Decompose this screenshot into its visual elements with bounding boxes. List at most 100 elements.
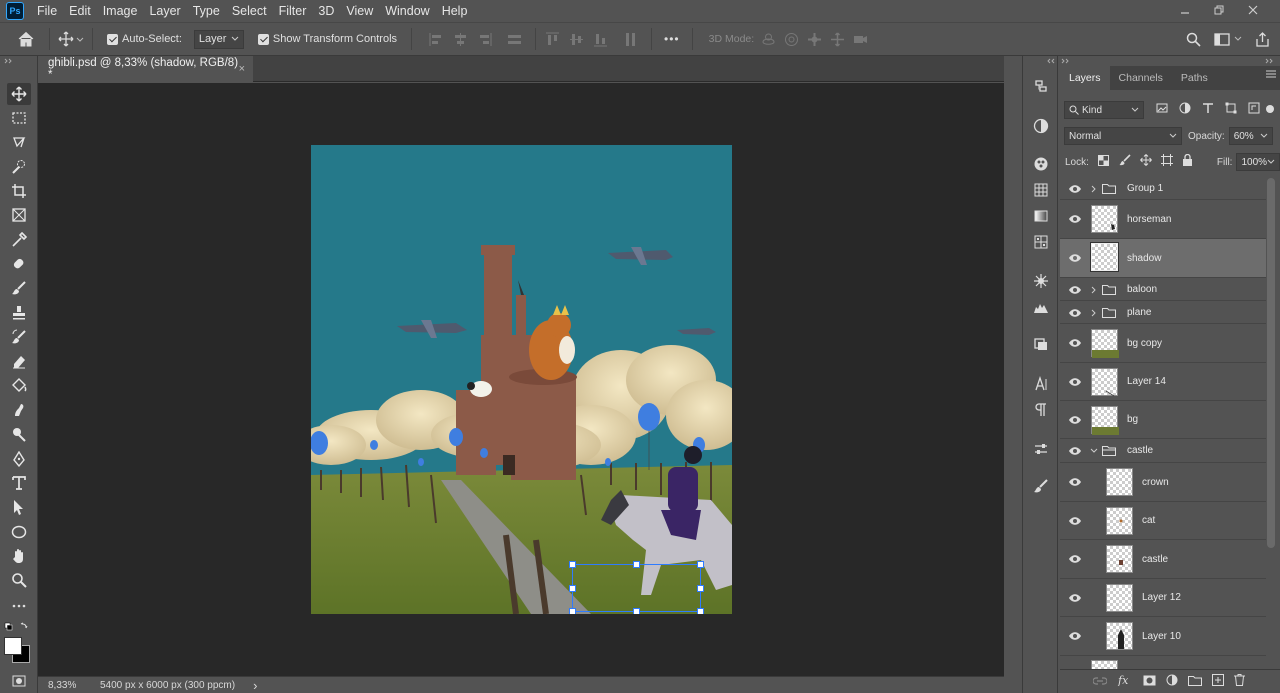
align-right-icon[interactable] (476, 31, 493, 48)
smart-object-filter-icon[interactable] (1248, 101, 1260, 119)
quick-mask-icon[interactable] (7, 672, 31, 690)
new-adjustment-layer-icon[interactable] (1166, 673, 1178, 691)
close-window-icon[interactable] (1236, 4, 1270, 18)
color-panel-icon[interactable] (1031, 116, 1051, 136)
visibility-eye-icon[interactable] (1068, 306, 1082, 320)
distribute-horizontal-icon[interactable] (622, 31, 639, 48)
3d-slide-icon[interactable] (829, 31, 846, 48)
transform-handle[interactable] (633, 608, 640, 614)
align-horizontal-center-icon[interactable] (452, 31, 469, 48)
more-options-button[interactable]: ••• (664, 32, 680, 46)
paint-bucket-tool-icon[interactable] (7, 374, 31, 396)
patterns-panel-icon[interactable] (1031, 232, 1051, 252)
adjustment-filter-icon[interactable] (1179, 101, 1191, 119)
opacity-field[interactable]: 60% (1228, 127, 1273, 145)
transform-handle[interactable] (697, 585, 704, 592)
3d-orbit-icon[interactable] (760, 31, 777, 48)
zoom-tool-icon[interactable] (7, 569, 31, 591)
blend-mode-dropdown[interactable]: Normal (1064, 127, 1182, 145)
align-bottom-icon[interactable] (592, 31, 609, 48)
menu-view[interactable]: View (340, 0, 379, 22)
chevron-right-icon[interactable] (1091, 185, 1097, 193)
lock-position-icon[interactable] (1140, 153, 1152, 171)
libraries-panel-icon[interactable] (1031, 334, 1051, 354)
type-filter-icon[interactable] (1202, 101, 1214, 119)
search-icon[interactable] (1186, 32, 1201, 47)
collapse-panel-icon[interactable] (1061, 58, 1071, 64)
layer-style-fx-icon[interactable]: fx (1117, 673, 1133, 691)
auto-select-checkbox[interactable]: Auto-Select: (107, 33, 182, 45)
lock-image-pixels-icon[interactable] (1119, 153, 1131, 171)
lock-transparent-pixels-icon[interactable] (1097, 153, 1109, 171)
visibility-eye-icon[interactable] (1068, 552, 1082, 566)
visibility-eye-icon[interactable] (1068, 475, 1082, 489)
rectangular-marquee-tool-icon[interactable] (7, 107, 31, 129)
transform-handle[interactable] (569, 608, 576, 614)
expand-panel-icon[interactable] (1265, 58, 1275, 64)
lock-all-icon[interactable] (1182, 153, 1193, 171)
layer-row-bg-copy[interactable]: bg copy (1060, 324, 1266, 363)
navigator-panel-icon[interactable] (1031, 271, 1051, 291)
home-icon[interactable] (17, 31, 35, 47)
shape-filter-icon[interactable] (1225, 101, 1237, 119)
transform-handle[interactable] (569, 585, 576, 592)
history-brush-tool-icon[interactable] (7, 326, 31, 348)
tab-paths[interactable]: Paths (1172, 66, 1217, 90)
quick-selection-tool-icon[interactable] (7, 156, 31, 178)
collapse-toolbar-icon[interactable] (4, 58, 14, 64)
visibility-eye-icon[interactable] (1068, 591, 1082, 605)
layer-row-horseman[interactable]: horseman (1060, 200, 1266, 239)
gradient-panel-icon[interactable] (1031, 206, 1051, 226)
menu-filter[interactable]: Filter (273, 0, 313, 22)
menu-edit[interactable]: Edit (63, 0, 97, 22)
transform-handle[interactable] (697, 608, 704, 614)
path-selection-tool-icon[interactable] (7, 496, 31, 518)
paragraph-panel-icon[interactable] (1031, 400, 1051, 420)
transform-bounding-box[interactable] (569, 561, 704, 614)
menu-help[interactable]: Help (436, 0, 474, 22)
layer-row-shadow[interactable]: shadow (1060, 239, 1266, 278)
document-tab[interactable]: ghibli.psd @ 8,33% (shadow, RGB/8) * × (38, 56, 253, 82)
clone-stamp-tool-icon[interactable] (7, 302, 31, 324)
ellipse-tool-icon[interactable] (7, 521, 31, 543)
menu-file[interactable]: File (31, 0, 63, 22)
add-mask-icon[interactable] (1143, 673, 1156, 691)
menu-layer[interactable]: Layer (143, 0, 186, 22)
chevron-right-icon[interactable] (1091, 309, 1097, 317)
chevron-right-icon[interactable] (1091, 286, 1097, 294)
layer-row-bg[interactable]: bg (1060, 401, 1266, 439)
eraser-tool-icon[interactable] (7, 350, 31, 372)
minimize-icon[interactable] (1168, 4, 1202, 18)
layer-row-partial[interactable] (1060, 656, 1266, 669)
layer-row-castle-group[interactable]: castle (1060, 439, 1266, 463)
move-tool-icon[interactable] (7, 83, 31, 105)
new-layer-icon[interactable] (1212, 673, 1224, 691)
filter-toggle-icon[interactable] (1265, 101, 1275, 119)
filter-kind-dropdown[interactable]: Kind (1064, 101, 1144, 119)
layer-row-plane[interactable]: plane (1060, 301, 1266, 324)
pen-tool-icon[interactable] (7, 448, 31, 470)
hand-tool-icon[interactable] (7, 545, 31, 567)
layer-row-layer-12[interactable]: Layer 12 (1060, 579, 1266, 617)
crop-tool-icon[interactable] (7, 180, 31, 202)
visibility-eye-icon[interactable] (1068, 629, 1082, 643)
3d-roll-icon[interactable] (783, 31, 800, 48)
foreground-color-swatch[interactable] (4, 637, 22, 655)
layer-row-baloon[interactable]: baloon (1060, 278, 1266, 301)
visibility-eye-icon[interactable] (1068, 375, 1082, 389)
adjustments-panel-icon[interactable] (1031, 439, 1051, 459)
transform-handle[interactable] (569, 561, 576, 568)
visibility-eye-icon[interactable] (1068, 212, 1082, 226)
3d-pan-icon[interactable] (806, 31, 823, 48)
layers-scrollbar[interactable] (1267, 178, 1275, 548)
chevron-down-icon[interactable] (1090, 448, 1098, 454)
zoom-level[interactable]: 8,33% (48, 680, 100, 691)
auto-select-target-dropdown[interactable]: Layer (193, 29, 244, 49)
layer-row-cat[interactable]: cat (1060, 502, 1266, 540)
status-menu-arrow[interactable]: › (253, 678, 257, 693)
visibility-eye-icon[interactable] (1068, 444, 1082, 458)
layer-row-crown[interactable]: crown (1060, 463, 1266, 502)
tab-channels[interactable]: Channels (1110, 66, 1172, 90)
align-top-icon[interactable] (544, 31, 561, 48)
color-swatches[interactable] (4, 622, 34, 666)
